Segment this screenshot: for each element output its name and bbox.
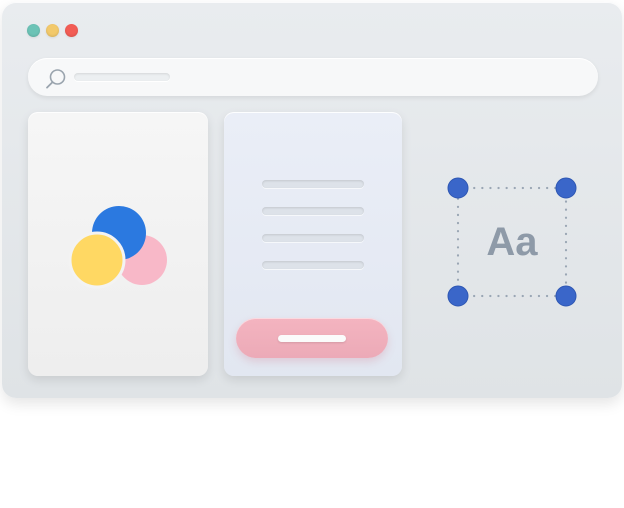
form-line: [262, 180, 364, 188]
typography-sample-text: Aa: [486, 220, 538, 264]
submit-button-label-placeholder: [278, 335, 346, 342]
resize-handle-icon: [447, 177, 469, 199]
form-line: [262, 207, 364, 215]
window-minimize-dot[interactable]: [27, 24, 40, 37]
search-input[interactable]: [74, 73, 170, 81]
search-icon: [44, 67, 68, 91]
window-maximize-dot[interactable]: [46, 24, 59, 37]
window-close-dot[interactable]: [65, 24, 78, 37]
resize-handle-icon: [447, 285, 469, 307]
resize-handle-icon: [555, 177, 577, 199]
submit-button[interactable]: [236, 318, 388, 358]
search-bar[interactable]: [28, 58, 598, 96]
text-selection-box[interactable]: Aa: [442, 172, 582, 312]
browser-window: Aa: [2, 2, 622, 398]
color-palette-card[interactable]: [28, 112, 208, 376]
window-controls: [27, 24, 78, 37]
form-card: [224, 112, 402, 376]
form-line: [262, 234, 364, 242]
resize-handle-icon: [555, 285, 577, 307]
color-circles-icon: [68, 206, 167, 289]
circle-yellow: [68, 231, 126, 289]
form-line: [262, 261, 364, 269]
